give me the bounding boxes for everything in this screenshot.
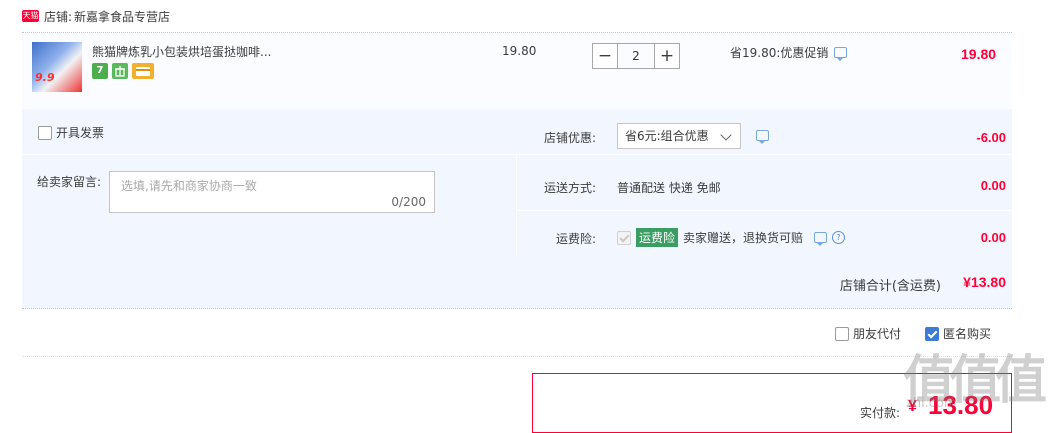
item-subtotal: 19.80 [961, 46, 997, 62]
divider [516, 154, 1012, 155]
quantity-input[interactable]: 2 [618, 43, 654, 69]
service-icons: 7 [92, 63, 154, 79]
product-title-link[interactable]: 熊猫牌炼乳小包装烘培蛋挞咖啡... [92, 43, 302, 60]
shop-discount-select[interactable]: 省6元:组合优惠 [617, 123, 741, 149]
shipping-amount: 0.00 [980, 178, 1006, 193]
product-thumbnail[interactable]: 9.9 [32, 42, 82, 92]
divider [22, 154, 516, 155]
shop-discount-label: 店铺优惠: [543, 131, 596, 145]
tmall-logo-icon: 天猫 [22, 10, 39, 22]
shipping-insurance-info: 运费险 卖家赠送，退换货可赔 ? [617, 228, 846, 247]
discount-info-icon[interactable] [756, 130, 769, 144]
invoice-checkbox[interactable] [38, 125, 52, 140]
shop-name-link[interactable]: 新嘉拿食品专营店 [74, 8, 170, 25]
promotion-text: 省19.80:优惠促销 [730, 46, 829, 60]
shop-prefix: 店铺: [44, 9, 73, 24]
invoice-label: 开具发票 [56, 126, 105, 140]
help-icon[interactable]: ? [832, 231, 846, 244]
friend-pay-label: 朋友代付 [853, 327, 902, 341]
shipping-insurance-label: 运费险: [555, 232, 596, 246]
shop-total-bar: 店铺合计(含运费) ¥13.80 [22, 256, 1012, 309]
divider [22, 356, 1012, 358]
order-options-panel: 开具发票 给卖家留言: 选填,请先和商家协商一致 0/200 店铺优惠: 省6元… [22, 109, 1012, 256]
insurance-chat-icon[interactable] [814, 232, 828, 246]
promotion-info: 省19.80:优惠促销 [730, 44, 848, 61]
shop-header: 天猫 店铺: 新嘉拿食品专营店 [22, 6, 170, 26]
seller-note-label: 给卖家留言: [37, 175, 102, 189]
insurance-tag: 运费险 [636, 228, 679, 247]
invoice-option[interactable]: 开具发票 [38, 124, 104, 141]
shop-total-label: 店铺合计(含运费) [839, 279, 941, 294]
promotion-info-icon[interactable] [834, 47, 848, 61]
divider [516, 210, 1012, 211]
insurance-amount: 0.00 [980, 230, 1006, 245]
shipping-method-value: 普通配送 快递 免邮 [617, 181, 721, 195]
payment-label: 实付款: [860, 406, 901, 420]
seller-note-char-count: 0/200 [391, 195, 426, 209]
order-fees-column: 店铺优惠: 省6元:组合优惠 -6.00 运送方式: 普通配送 快递 免邮 0.… [516, 109, 1012, 256]
seller-note-input[interactable]: 选填,请先和商家协商一致 0/200 [109, 171, 435, 213]
quantity-stepper: − 2 + [592, 43, 680, 69]
seven-day-return-icon[interactable]: 7 [92, 63, 108, 79]
friend-pay-option[interactable]: 朋友代付 [835, 325, 901, 342]
insurance-text: 卖家赠送，退换货可赔 [683, 231, 804, 245]
credit-card-icon[interactable] [132, 63, 154, 79]
shop-discount-amount: -6.00 [976, 130, 1006, 145]
watermark-site: zhi.com [906, 396, 957, 411]
quantity-increase-button[interactable]: + [654, 43, 680, 69]
insurance-checkbox [617, 230, 631, 245]
seller-note-placeholder: 选填,请先和商家协商一致 [121, 179, 257, 193]
gift-icon[interactable] [112, 63, 128, 79]
thumbnail-price-badge: 9.9 [35, 71, 55, 84]
unit-price: 19.80 [502, 44, 537, 58]
order-item-row: 9.9 熊猫牌炼乳小包装烘培蛋挞咖啡... 7 19.80 − 2 + 省19.… [22, 32, 1012, 110]
shop-discount-selected: 省6元:组合优惠 [625, 129, 709, 143]
shop-total-amount: ¥13.80 [963, 274, 1006, 290]
quantity-decrease-button[interactable]: − [592, 43, 618, 69]
shipping-method-label: 运送方式: [543, 181, 596, 195]
friend-pay-checkbox[interactable] [835, 326, 849, 341]
chevron-down-icon [720, 129, 732, 141]
